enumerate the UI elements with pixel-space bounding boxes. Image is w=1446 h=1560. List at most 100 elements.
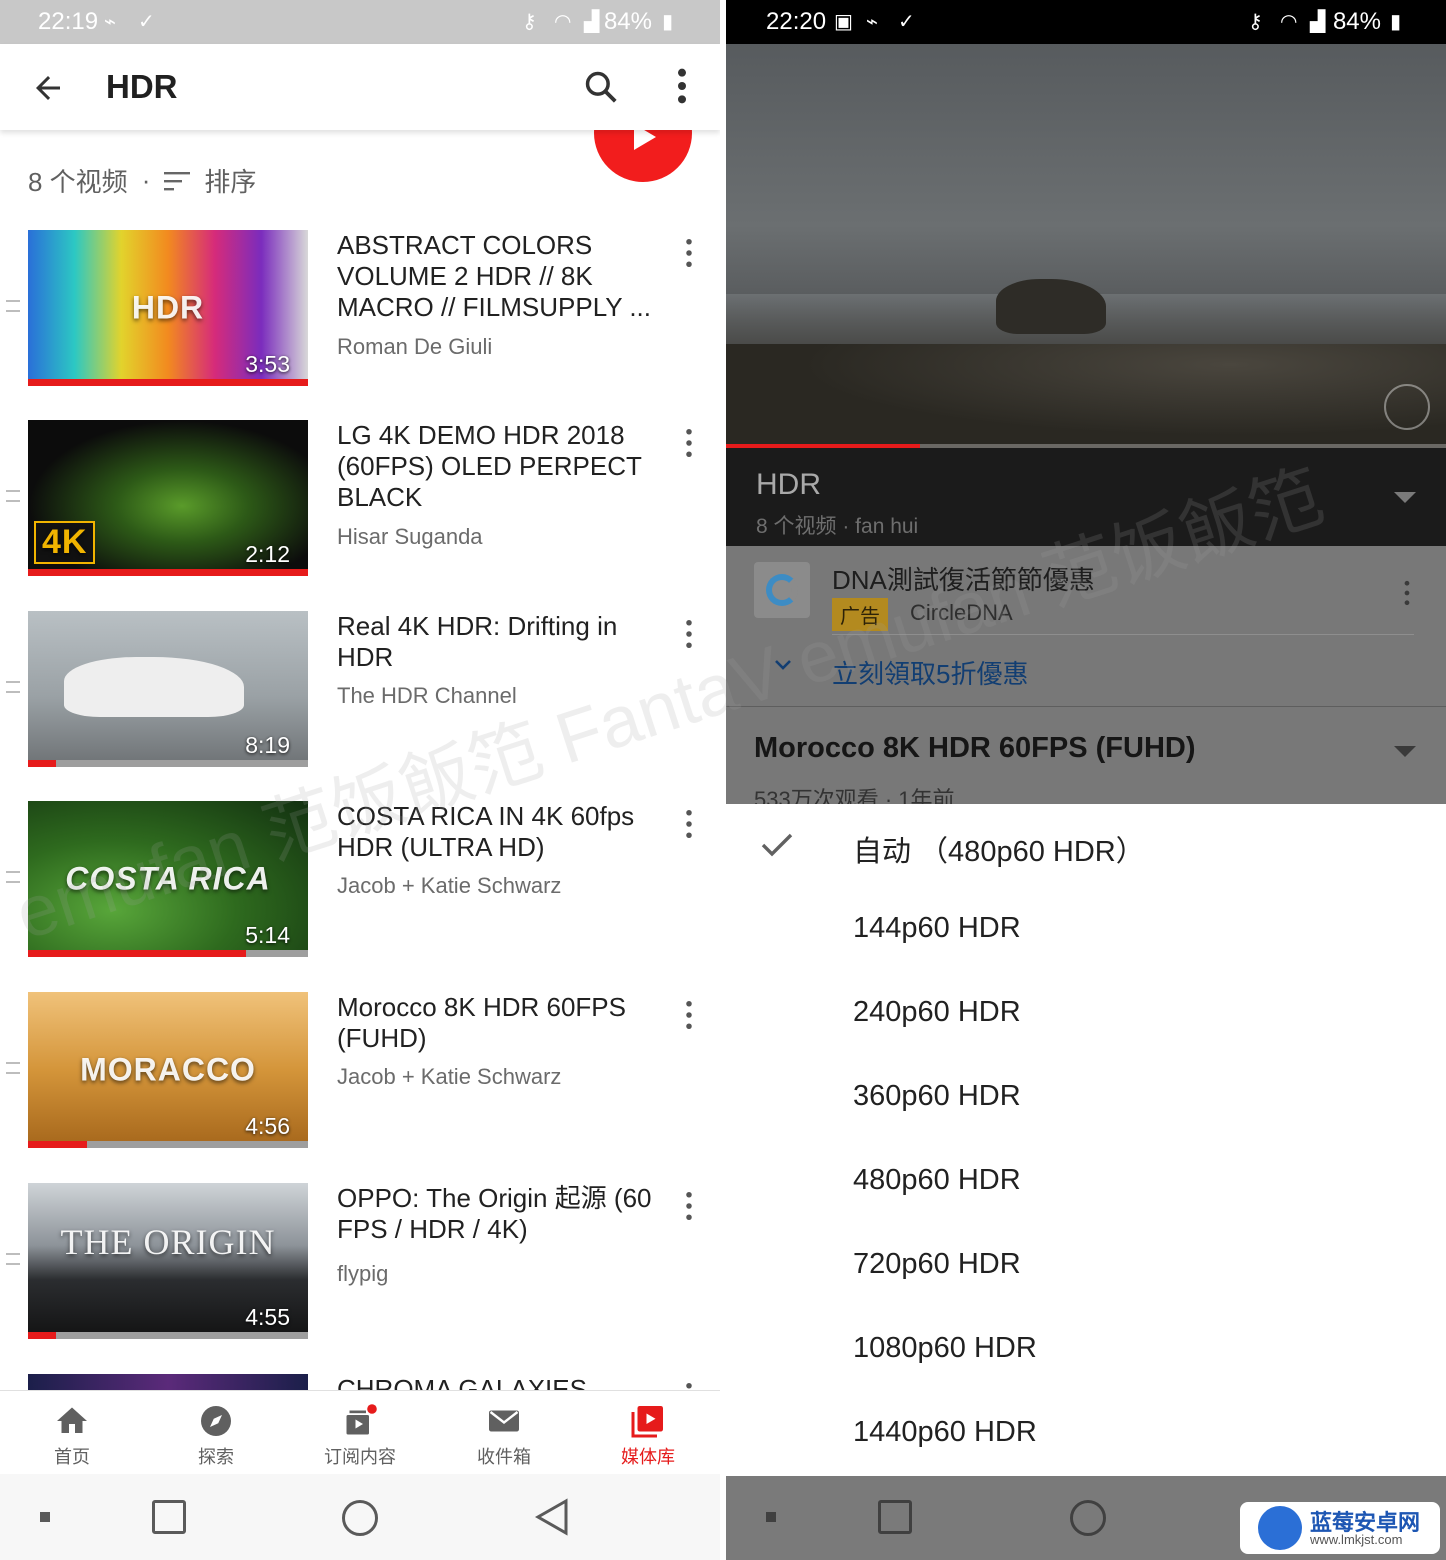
ad-more-icon[interactable] [1402, 580, 1412, 606]
sort-icon[interactable] [164, 171, 191, 191]
sort-button[interactable]: 排序 [204, 162, 256, 199]
quality-label: 360p60 HDR [853, 1080, 1021, 1112]
video-title[interactable]: Morocco 8K HDR 60FPS (FUHD) [337, 992, 657, 1054]
watch-progress-bar [28, 760, 56, 767]
video-duration: 8:19 [245, 732, 290, 758]
nav-library[interactable]: 媒体库 [576, 1391, 720, 1475]
watch-progress-bar [28, 569, 308, 576]
video-duration: 2:12 [245, 541, 290, 567]
video-thumbnail[interactable]: MORACCO 4:56 [28, 992, 308, 1148]
video-channel: Roman De Giuli [337, 334, 493, 359]
usb-icon: ⌁ [104, 11, 117, 33]
video-title[interactable]: LG 4K DEMO HDR 2018 (60FPS) OLED PERPECT… [337, 420, 657, 513]
player-frame-rock [996, 279, 1106, 334]
video-duration: 4:55 [245, 1304, 290, 1330]
thumbnail-text: THE ORIGIN [60, 1222, 276, 1263]
drag-handle-icon[interactable] [6, 300, 20, 312]
quality-option-360p[interactable]: 360p60 HDR [726, 1056, 1446, 1140]
list-item[interactable]: THE ORIGIN 4:55 OPPO: The Origin 起源 (60 … [0, 1183, 720, 1373]
drag-handle-icon[interactable] [6, 1062, 20, 1074]
drag-handle-icon[interactable] [6, 1253, 20, 1265]
back-arrow-icon[interactable] [30, 70, 66, 106]
video-more-icon[interactable] [683, 809, 695, 839]
home-button-icon[interactable] [1070, 1500, 1106, 1536]
drag-handle-icon[interactable] [6, 681, 20, 693]
separator-dot: · [141, 165, 151, 195]
nav-subscriptions[interactable]: 订阅内容 [288, 1391, 432, 1475]
video-more-icon[interactable] [683, 238, 695, 268]
site-url: www.lmkjst.com [1310, 1532, 1403, 1547]
expand-description-icon[interactable] [1394, 746, 1416, 757]
quality-option-auto[interactable]: 自动 （480p60 HDR） [726, 804, 1446, 888]
video-more-icon[interactable] [683, 619, 695, 649]
quality-option-1440p[interactable]: 1440p60 HDR [726, 1392, 1446, 1476]
video-thumbnail[interactable]: 8:19 [28, 611, 308, 767]
playlist-header[interactable]: HDR 8 个视频 · fan hui [726, 448, 1446, 546]
video-list: HDR 3:53 ABSTRACT COLORS VOLUME 2 HDR //… [0, 230, 720, 1390]
nav-home[interactable]: 首页 [0, 1391, 144, 1475]
video-thumbnail[interactable]: THE ORIGIN 4:55 [28, 1183, 308, 1339]
quality-option-144p[interactable]: 144p60 HDR [726, 888, 1446, 972]
status-time: 22:20 [766, 8, 827, 35]
video-thumbnail[interactable]: HDR 3:53 [28, 230, 308, 386]
quality-label: 1080p60 HDR [853, 1332, 1037, 1364]
playlist-title: HDR [756, 468, 821, 501]
quality-option-480p[interactable]: 480p60 HDR [726, 1140, 1446, 1224]
video-channel: flypig [337, 1261, 389, 1286]
expand-playlist-icon[interactable] [1394, 492, 1416, 503]
search-icon[interactable] [582, 68, 620, 106]
ad-badge: 广告 [832, 598, 888, 631]
video-title[interactable]: COSTA RICA IN 4K 60fps HDR (ULTRA HD) [337, 801, 657, 863]
back-nav-icon[interactable] [534, 1498, 570, 1536]
more-options-icon[interactable] [668, 66, 696, 106]
list-item[interactable]: 8:19 Real 4K HDR: Drifting in HDR The HD… [0, 611, 720, 801]
nav-inbox[interactable]: 收件箱 [432, 1391, 576, 1475]
recent-apps-icon[interactable] [152, 1500, 186, 1534]
video-title[interactable]: OPPO: The Origin 起源 (60 FPS / HDR / 4K) [337, 1183, 657, 1245]
recent-apps-icon[interactable] [878, 1500, 912, 1534]
home-button-icon[interactable] [342, 1500, 378, 1536]
video-more-icon[interactable] [683, 1000, 695, 1030]
quality-option-720p[interactable]: 720p60 HDR [726, 1224, 1446, 1308]
video-title[interactable]: CHROMA GALAXIES [337, 1374, 657, 1390]
key-icon: ⚷ [522, 11, 537, 33]
check-icon [761, 833, 793, 857]
compass-icon [201, 1406, 231, 1436]
list-item[interactable]: HDR 3:53 ABSTRACT COLORS VOLUME 2 HDR //… [0, 230, 720, 420]
ad-title[interactable]: DNA測試復活節節優惠 [832, 560, 1095, 597]
video-title[interactable]: Real 4K HDR: Drifting in HDR [337, 611, 657, 673]
video-title[interactable]: ABSTRACT COLORS VOLUME 2 HDR // 8K MACRO… [337, 230, 657, 323]
quality-label: 240p60 HDR [853, 996, 1021, 1028]
quality-option-1080p[interactable]: 1080p60 HDR [726, 1308, 1446, 1392]
video-more-icon[interactable] [683, 1191, 695, 1221]
video-thumbnail[interactable]: 4K 2:12 [28, 420, 308, 576]
ad-cta-link[interactable]: 立刻領取5折優惠 [832, 654, 1028, 691]
thumbnail-text: 4K [34, 521, 96, 564]
list-item[interactable]: 4K 2:12 LG 4K DEMO HDR 2018 (60FPS) OLED… [0, 420, 720, 610]
quality-selector-sheet: 自动 （480p60 HDR） 144p60 HDR 240p60 HDR 36… [726, 804, 1446, 1476]
video-channel: Jacob + Katie Schwarz [337, 1064, 562, 1089]
vpn-icon: ✓ [138, 11, 155, 33]
drag-handle-icon[interactable] [6, 871, 20, 883]
list-item[interactable]: CHROMA GALAXIES [0, 1374, 720, 1390]
video-duration: 4:56 [245, 1113, 290, 1139]
library-icon [631, 1406, 663, 1438]
video-more-icon[interactable] [683, 1382, 695, 1390]
left-phone-screen: 22:19 ⌁ ✓ ⚷ ◠ ▟ 84% ▮ HDR 8 个视频 · 排序 HDR… [0, 0, 720, 1560]
video-title[interactable]: Morocco 8K HDR 60FPS (FUHD) [754, 732, 1196, 765]
vpn-icon: ✓ [898, 11, 915, 33]
video-channel: Jacob + Katie Schwarz [337, 873, 562, 898]
video-player[interactable] [726, 44, 1446, 448]
video-more-icon[interactable] [683, 428, 695, 458]
list-item[interactable]: MORACCO 4:56 Morocco 8K HDR 60FPS (FUHD)… [0, 992, 720, 1182]
watch-progress-bar [28, 950, 247, 957]
chevron-down-icon[interactable] [774, 656, 792, 674]
channel-watermark-icon [1384, 384, 1430, 430]
video-thumbnail[interactable]: COSTA RICA 5:14 [28, 801, 308, 957]
drag-handle-icon[interactable] [6, 490, 20, 502]
video-thumbnail[interactable] [28, 1374, 308, 1390]
list-item[interactable]: COSTA RICA 5:14 COSTA RICA IN 4K 60fps H… [0, 801, 720, 991]
quality-option-240p[interactable]: 240p60 HDR [726, 972, 1446, 1056]
subscriptions-icon [346, 1404, 377, 1435]
nav-explore[interactable]: 探索 [144, 1391, 288, 1475]
